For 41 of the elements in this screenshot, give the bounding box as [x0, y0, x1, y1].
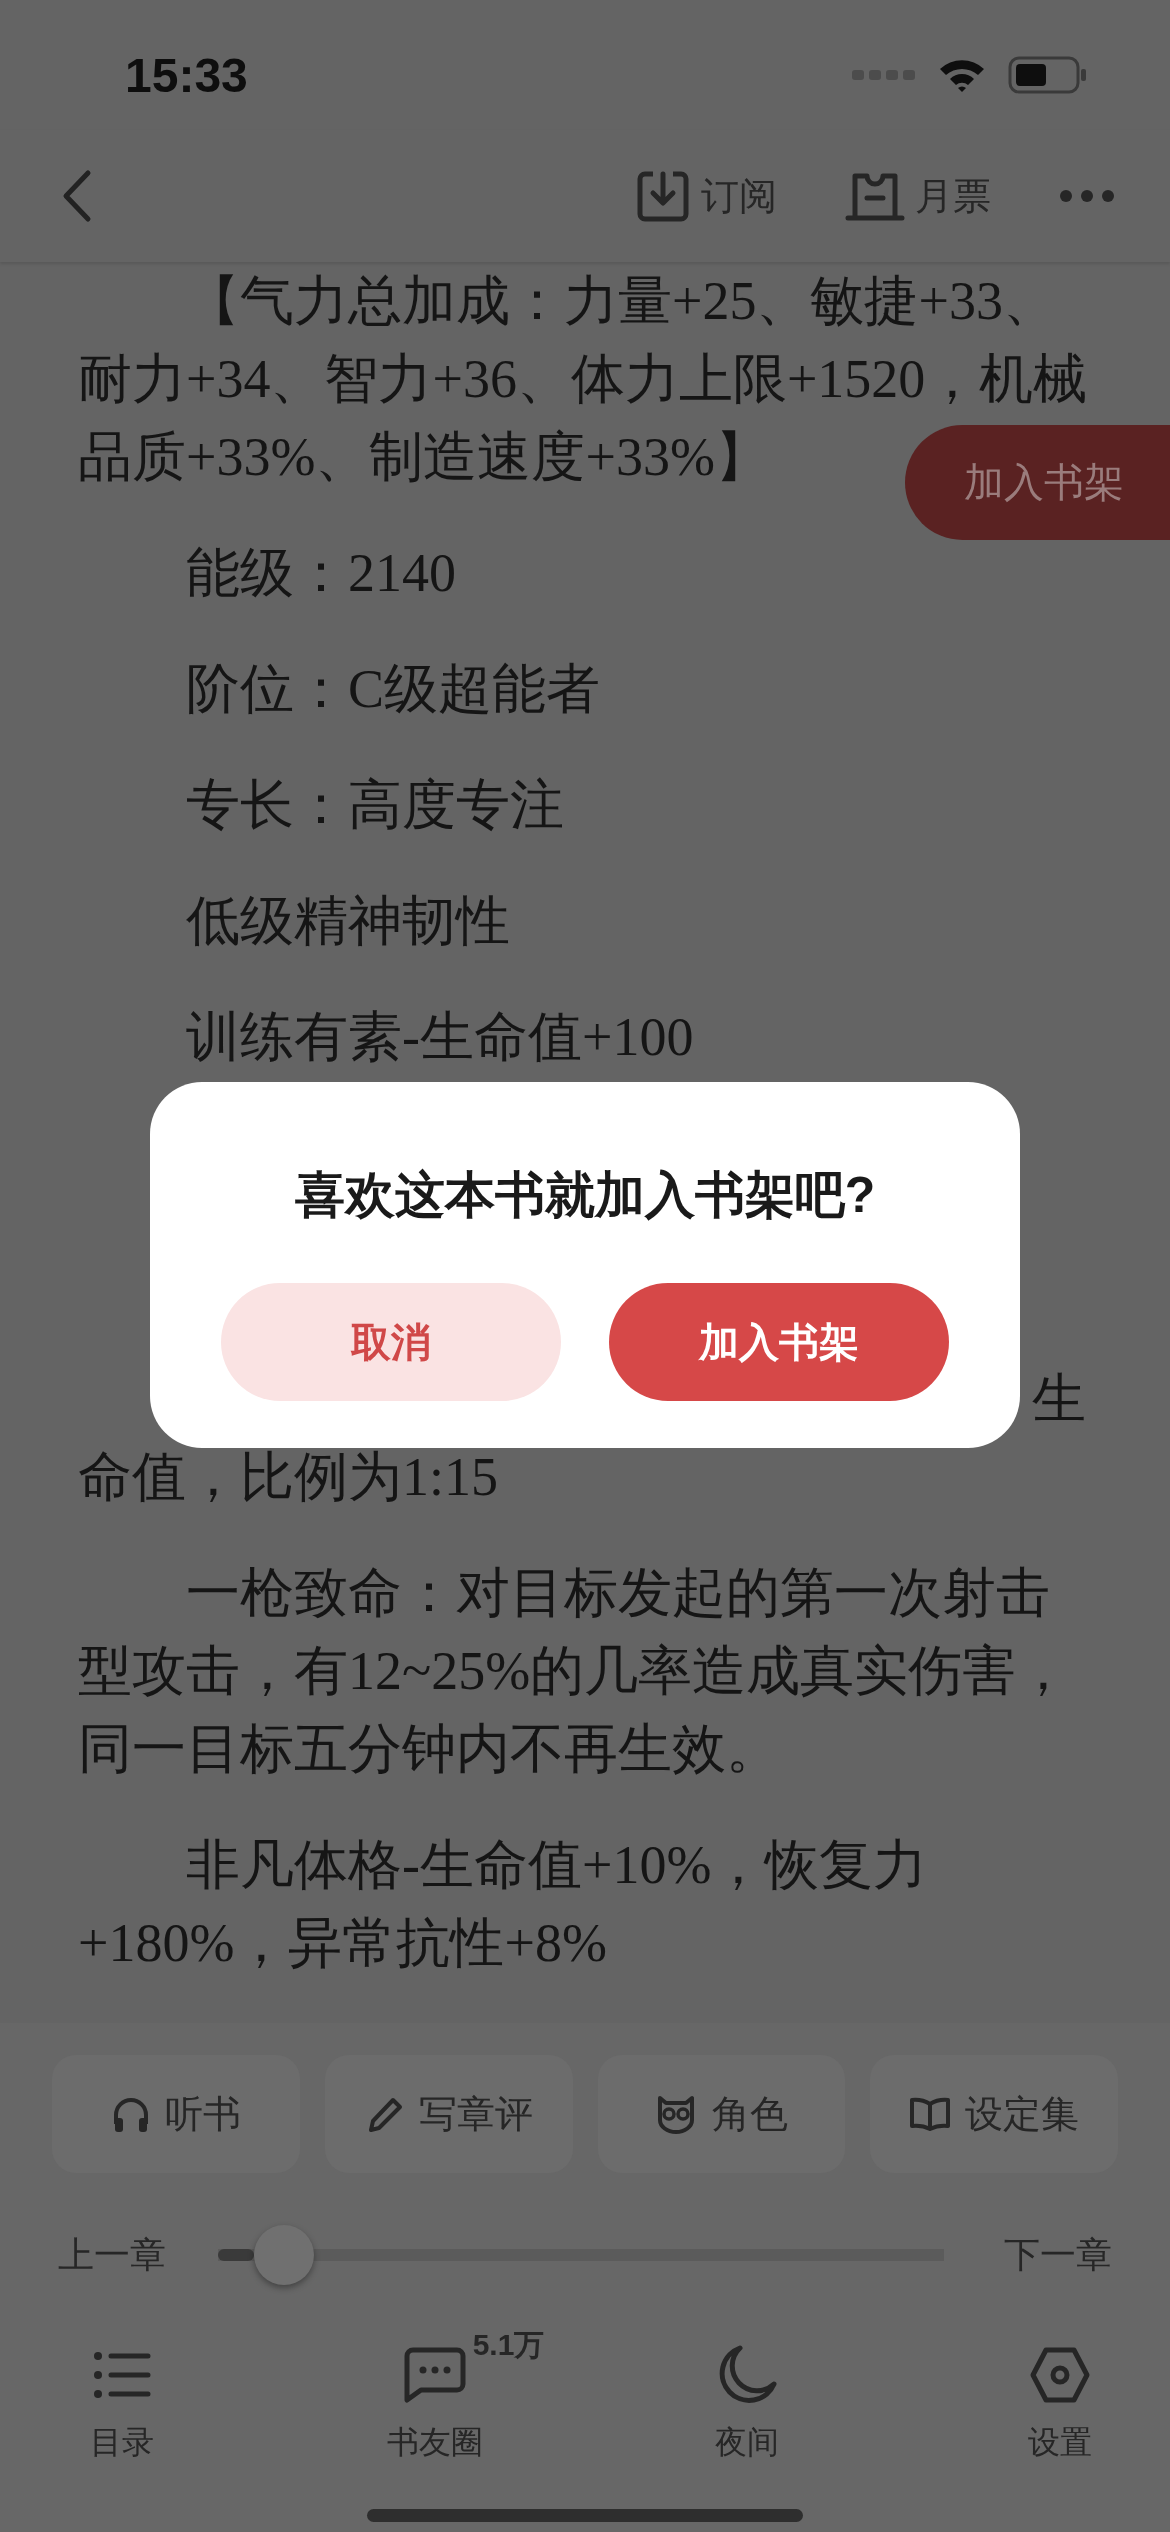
body-text: 命值，比例为1:15 — [78, 1447, 498, 1507]
add-to-shelf-button[interactable]: 加入书架 — [905, 425, 1170, 540]
body-text: 一枪致命：对目标发起的第一次射击 — [186, 1563, 1050, 1623]
nav-item[interactable]: 目录 — [72, 2343, 172, 2465]
nav-item[interactable]: 设置 — [1009, 2343, 1110, 2465]
tool-button[interactable]: 写章评 — [324, 2055, 573, 2173]
header-action[interactable]: 订阅 — [635, 168, 777, 224]
chat-icon — [402, 2346, 467, 2404]
next-chapter-link[interactable]: 下一章 — [1004, 2230, 1112, 2280]
body-text: 能级：2140 — [186, 543, 456, 603]
book-icon — [909, 2096, 952, 2132]
signal-icon — [852, 68, 916, 82]
status-time: 15:33 — [125, 47, 248, 103]
body-text: 低级精神韧性 — [186, 891, 510, 951]
settings-icon — [1029, 2346, 1090, 2404]
body-text: 品质+33%、制造速度+33%】 — [78, 427, 769, 487]
tool-button[interactable]: 设定集 — [870, 2055, 1118, 2173]
cancel-button[interactable]: 取消 — [221, 1283, 561, 1401]
more-icon[interactable] — [1059, 189, 1115, 203]
slider-thumb[interactable] — [254, 2225, 315, 2285]
tool-button[interactable]: 听书 — [52, 2055, 300, 2173]
body-text: 专长：高度专注 — [186, 775, 564, 835]
tool-button[interactable]: 角色 — [597, 2055, 846, 2173]
battery-icon — [1008, 56, 1088, 94]
body-text: 同一目标五分钟内不再生效。 — [78, 1719, 780, 1779]
header-action[interactable]: 月票 — [845, 168, 991, 224]
body-text: 生 — [1032, 1369, 1086, 1429]
body-text: 型攻击，有12~25%的几率造成真实伤害， — [78, 1641, 1071, 1701]
list-icon — [93, 2351, 151, 2399]
body-text: 阶位：C级超能者 — [186, 659, 601, 719]
body-text: 耐力+34、智力+36、体力上限+1520，机械 — [78, 349, 1088, 409]
dialog-title: 喜欢这本书就加入书架吧? — [294, 1166, 876, 1225]
wifi-icon — [938, 57, 986, 93]
nav-item[interactable]: 夜间 — [697, 2343, 798, 2465]
body-text: +180%，异常抗性+8% — [78, 1913, 607, 1973]
comment-count: 5.1万 — [472, 2327, 545, 2363]
body-text: 训练有素-生命值+100 — [186, 1007, 694, 1067]
confirm-button[interactable]: 加入书架 — [609, 1283, 949, 1401]
body-text: 【气力总加成：力量+25、敏捷+33、 — [186, 271, 1057, 331]
previous-chapter-link[interactable]: 上一章 — [58, 2230, 166, 2280]
body-text: 非凡体格-生命值+10%，恢复力 — [186, 1835, 928, 1895]
